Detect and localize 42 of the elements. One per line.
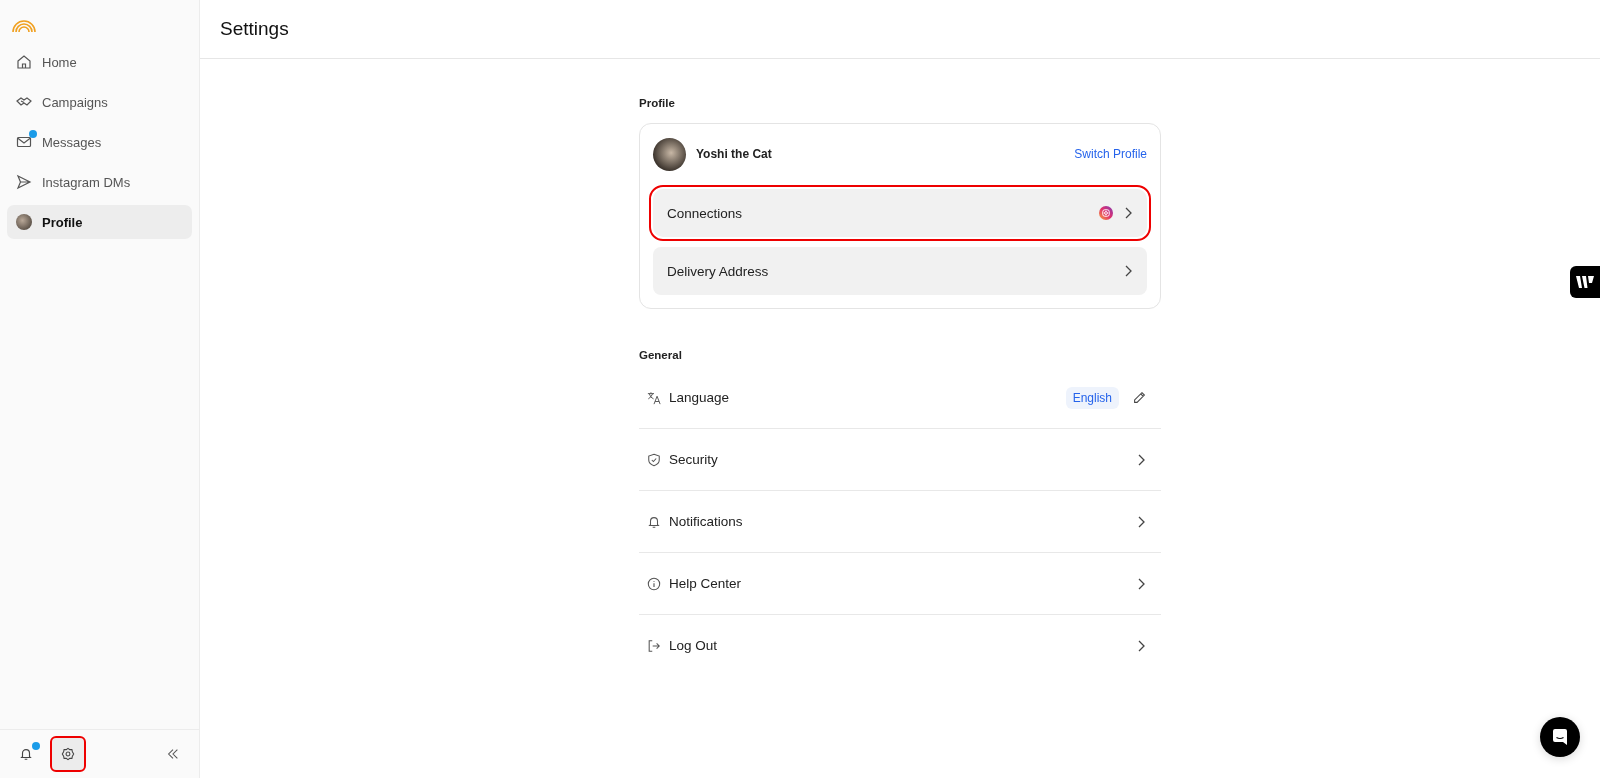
settings-row[interactable]: Notifications [639,491,1161,553]
page-title: Settings [220,18,289,40]
sidebar-item[interactable]: Messages [7,125,192,159]
profile-name: Yoshi the Cat [696,147,773,161]
translate-icon [647,390,661,405]
chevron-right-icon [1123,207,1133,219]
envelope-icon [16,134,32,150]
bell-icon [647,514,661,529]
bell-icon [19,747,33,761]
section-heading: General [639,349,683,361]
section-heading: Profile [639,97,676,109]
settings-row[interactable]: Log Out [639,615,1161,676]
chevron-right-icon [1136,453,1146,466]
settings-button[interactable] [52,738,84,770]
pencil-icon [1133,391,1146,404]
settings-row[interactable]: Language English [639,367,1161,429]
double-chevron-left-icon [166,747,180,761]
avatar-photo-placeholder [16,214,32,230]
sidebar-item[interactable]: Instagram DMs [7,165,192,199]
logout-icon [647,638,661,653]
send-icon [16,174,32,190]
chat-bubble-icon [1551,728,1569,746]
language-value: English [1065,386,1119,409]
stripes-logo-icon [1575,275,1595,289]
settings-row[interactable]: Delivery Address [653,247,1147,295]
sidebar-item[interactable]: Profile [7,205,192,239]
shield-check-icon [647,452,661,467]
settings-row[interactable]: Security [639,429,1161,491]
avatar-photo-placeholder [653,137,686,171]
chevron-right-icon [1136,515,1146,528]
chevron-right-icon [1136,639,1146,652]
chat-button[interactable] [1540,717,1580,757]
chevron-right-icon [1123,265,1133,277]
side-widget-button[interactable] [1570,266,1600,298]
info-icon [647,576,661,591]
sidebar-item[interactable]: Campaigns [7,85,192,119]
chevron-right-icon [1136,577,1146,590]
switch-profile-link[interactable]: Switch Profile [1074,147,1147,161]
sidebar-item[interactable]: Home [7,45,192,79]
settings-icon [61,747,75,761]
settings-row[interactable]: Help Center [639,553,1161,615]
house-icon [16,54,32,70]
